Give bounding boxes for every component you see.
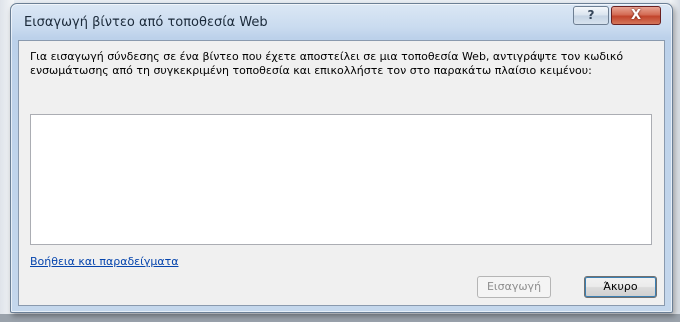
close-icon: X	[630, 8, 642, 23]
insert-button[interactable]: Εισαγωγή	[477, 276, 551, 298]
help-examples-link[interactable]: Βοήθεια και παραδείγματα	[30, 255, 178, 268]
question-mark-icon: ?	[587, 8, 595, 22]
insert-video-dialog: Εισαγωγή βίντεο από τοποθεσία Web ? X Γι…	[10, 3, 673, 313]
background-window-bottom	[0, 314, 680, 322]
close-button[interactable]: X	[611, 6, 661, 25]
help-button[interactable]: ?	[573, 6, 609, 25]
instructions-text: Για εισαγωγή σύνδεσης σε ένα βίντεο που …	[30, 50, 624, 77]
title-bar[interactable]: Εισαγωγή βίντεο από τοποθεσία Web ? X	[11, 4, 672, 40]
embed-code-textarea[interactable]	[30, 114, 652, 245]
cancel-button[interactable]: Άκυρο	[584, 276, 657, 298]
dialog-title: Εισαγωγή βίντεο από τοποθεσία Web	[24, 15, 268, 30]
dialog-content: Για εισαγωγή σύνδεσης σε ένα βίντεο που …	[18, 40, 665, 306]
